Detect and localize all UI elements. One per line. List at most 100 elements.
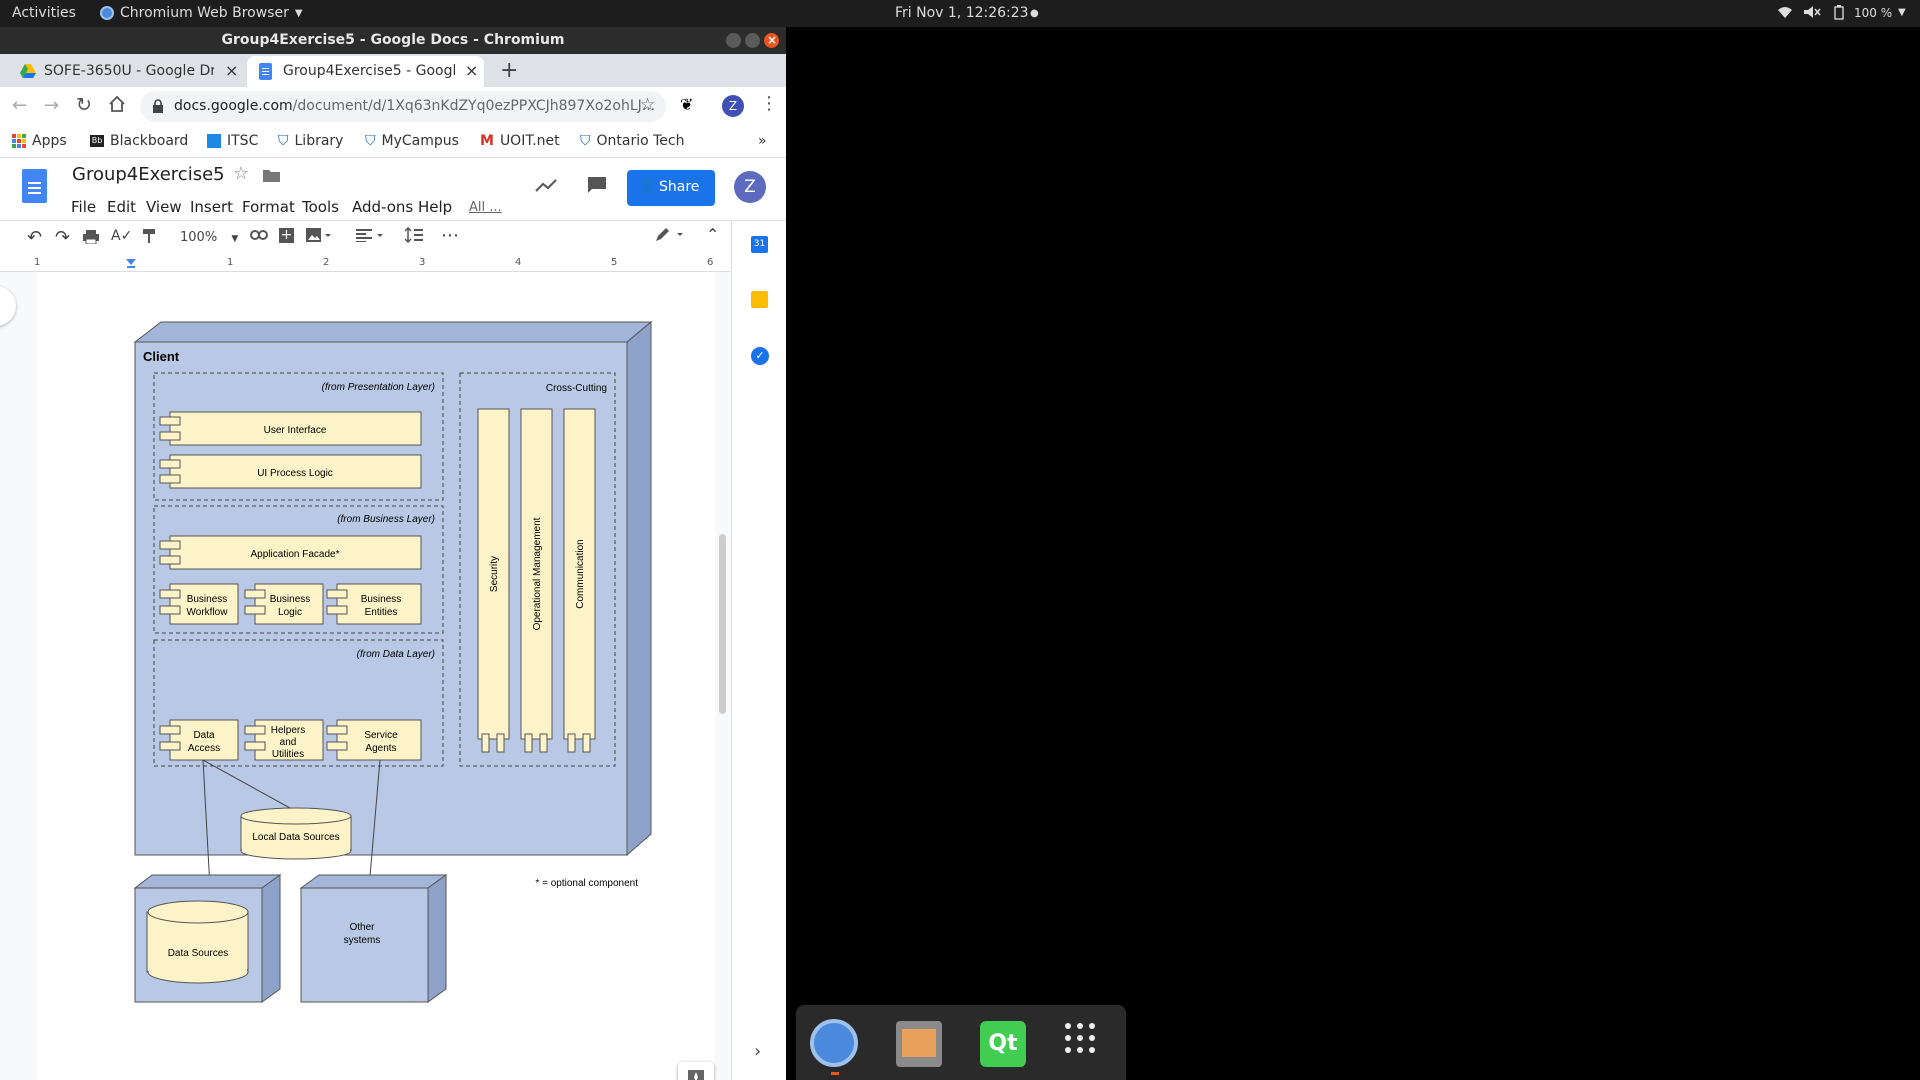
explore-button[interactable] bbox=[678, 1062, 714, 1080]
zoom-select[interactable]: 100% ▼ bbox=[180, 230, 238, 245]
notification-dot-icon: ● bbox=[1030, 8, 1039, 19]
menu-format[interactable]: Format bbox=[242, 198, 295, 216]
user-interface-label: User Interface bbox=[264, 425, 327, 436]
wifi-icon[interactable] bbox=[1777, 5, 1793, 23]
tasks-icon[interactable]: ✓ bbox=[751, 347, 769, 365]
system-menu-chevron-icon[interactable]: ▼ bbox=[1898, 7, 1906, 18]
service-agents-component: Service Agents bbox=[326, 719, 422, 761]
menu-all-changes[interactable]: All ... bbox=[469, 200, 502, 215]
folder-icon[interactable] bbox=[263, 167, 280, 186]
bookmark-uoit[interactable]: M UOIT.net bbox=[480, 133, 560, 149]
tab-google-drive[interactable]: SOFE-3650U - Google Driv × bbox=[8, 56, 242, 87]
close-tab-icon[interactable]: × bbox=[465, 61, 478, 80]
activity-trend-icon[interactable] bbox=[535, 178, 557, 197]
keep-icon[interactable] bbox=[751, 291, 768, 308]
operational-management-component: Operational Management bbox=[520, 408, 553, 753]
menu-file[interactable]: File bbox=[71, 198, 96, 216]
home-icon[interactable] bbox=[108, 95, 126, 116]
align-icon[interactable] bbox=[356, 228, 384, 246]
bookmark-blackboard[interactable]: Bb Blackboard bbox=[90, 133, 188, 149]
menu-edit[interactable]: Edit bbox=[107, 198, 136, 216]
share-button[interactable]: 👤 Share bbox=[627, 170, 715, 206]
bookmark-ontario-tech[interactable]: ⛉ Ontario Tech bbox=[580, 133, 684, 149]
business-workflow-component: Business Workflow bbox=[159, 583, 239, 625]
google-docs-logo-icon[interactable] bbox=[22, 169, 47, 203]
more-bookmarks-icon[interactable]: » bbox=[758, 133, 767, 149]
print-icon[interactable] bbox=[83, 230, 99, 248]
spellcheck-icon[interactable]: A✓ bbox=[111, 228, 132, 244]
bookmark-itsc[interactable]: ITSC bbox=[207, 133, 258, 149]
redo-icon[interactable]: ↷ bbox=[55, 227, 70, 248]
ruler-mark: 3 bbox=[419, 257, 426, 268]
local-data-sources-store: Local Data Sources bbox=[240, 807, 352, 860]
paint-format-icon[interactable] bbox=[142, 228, 156, 248]
star-icon[interactable]: ☆ bbox=[233, 163, 249, 184]
helpers-label: and bbox=[280, 737, 297, 748]
collapse-menu-chevron-icon[interactable]: ⌃ bbox=[706, 225, 719, 244]
communication-component: Communication bbox=[563, 408, 596, 753]
minimize-button[interactable] bbox=[726, 33, 741, 48]
url-text: docs.google.com/document/d/1Xq63nKdZYq0e… bbox=[174, 98, 655, 114]
qt-creator-dock-icon[interactable]: Qt bbox=[980, 1021, 1026, 1067]
calendar-icon[interactable]: 31 bbox=[751, 236, 768, 253]
close-tab-icon[interactable]: × bbox=[225, 61, 238, 80]
menu-insert[interactable]: Insert bbox=[190, 198, 233, 216]
menu-addons[interactable]: Add-ons bbox=[352, 198, 413, 216]
bookmark-library[interactable]: ⛉ Library bbox=[278, 133, 343, 149]
window-title: Group4Exercise5 - Google Docs - Chromium bbox=[221, 32, 565, 48]
chevron-down-icon: ▼ bbox=[231, 234, 239, 244]
outline-toggle-icon[interactable] bbox=[0, 286, 16, 326]
link-icon[interactable] bbox=[250, 229, 268, 244]
forward-arrow-icon[interactable]: → bbox=[44, 95, 59, 116]
window-titlebar[interactable]: Group4Exercise5 - Google Docs - Chromium… bbox=[0, 27, 786, 54]
volume-muted-icon[interactable] bbox=[1803, 5, 1821, 23]
extension-icon[interactable]: ❦ bbox=[680, 95, 693, 114]
line-spacing-icon[interactable] bbox=[404, 226, 423, 247]
bookmark-apps[interactable]: Apps bbox=[12, 133, 67, 149]
document-title[interactable]: Group4Exercise5 bbox=[72, 164, 225, 185]
indent-marker-icon[interactable] bbox=[126, 259, 136, 272]
chromium-dock-icon[interactable] bbox=[810, 1019, 858, 1067]
architecture-diagram[interactable]: Client (from Presentation Layer) User In… bbox=[37, 272, 715, 1080]
vertical-scrollbar[interactable] bbox=[719, 534, 726, 714]
back-arrow-icon[interactable]: ← bbox=[12, 95, 27, 116]
gmail-icon: M bbox=[480, 133, 494, 149]
local-data-sources-label: Local Data Sources bbox=[252, 832, 339, 843]
zoom-value: 100% bbox=[180, 230, 218, 245]
expand-panel-chevron-icon[interactable]: › bbox=[754, 1041, 761, 1062]
app-menu[interactable]: Chromium Web Browser ▼ bbox=[100, 5, 303, 21]
account-avatar[interactable]: Z bbox=[734, 171, 766, 203]
system-top-bar: Activities Chromium Web Browser ▼ Fri No… bbox=[0, 0, 1920, 27]
data-layer-label: (from Data Layer) bbox=[357, 649, 435, 660]
more-tools-icon[interactable]: ⋯ bbox=[441, 225, 459, 246]
menu-view[interactable]: View bbox=[146, 198, 182, 216]
profile-avatar[interactable]: Z bbox=[722, 95, 744, 117]
app-menu-label: Chromium Web Browser bbox=[120, 5, 289, 21]
other-systems-box: Other systems bbox=[299, 874, 448, 1003]
bookmark-mycampus[interactable]: ⛉ MyCampus bbox=[365, 133, 459, 149]
business-layer-label: (from Business Layer) bbox=[337, 514, 435, 525]
battery-icon[interactable] bbox=[1834, 5, 1844, 24]
show-applications-icon[interactable] bbox=[1065, 1023, 1095, 1053]
bookmark-star-icon[interactable]: ☆ bbox=[640, 95, 655, 115]
close-window-button[interactable]: × bbox=[764, 33, 779, 48]
maximize-button[interactable] bbox=[745, 33, 760, 48]
operational-management-label: Operational Management bbox=[532, 517, 543, 630]
comment-icon[interactable] bbox=[587, 176, 607, 198]
activities-button[interactable]: Activities bbox=[12, 5, 76, 21]
reload-icon[interactable]: ↻ bbox=[76, 94, 92, 116]
undo-icon[interactable]: ↶ bbox=[27, 227, 42, 248]
more-menu-icon[interactable]: ⋮ bbox=[760, 93, 778, 114]
tab-google-docs[interactable]: Group4Exercise5 - Google × bbox=[247, 56, 484, 87]
files-dock-icon[interactable] bbox=[896, 1021, 942, 1067]
menu-help[interactable]: Help bbox=[418, 198, 452, 216]
editing-mode-icon[interactable] bbox=[654, 227, 688, 247]
insert-image-icon[interactable] bbox=[306, 228, 332, 246]
new-tab-button[interactable]: + bbox=[500, 58, 518, 83]
address-bar[interactable]: docs.google.com/document/d/1Xq63nKdZYq0e… bbox=[140, 91, 666, 122]
add-comment-icon[interactable]: + bbox=[279, 228, 294, 243]
ruler[interactable]: 1 1 2 3 4 5 6 bbox=[0, 257, 730, 272]
clock[interactable]: Fri Nov 1, 12:26:23 bbox=[895, 5, 1029, 21]
shield-icon: ⛉ bbox=[365, 133, 376, 149]
menu-tools[interactable]: Tools bbox=[302, 198, 339, 216]
